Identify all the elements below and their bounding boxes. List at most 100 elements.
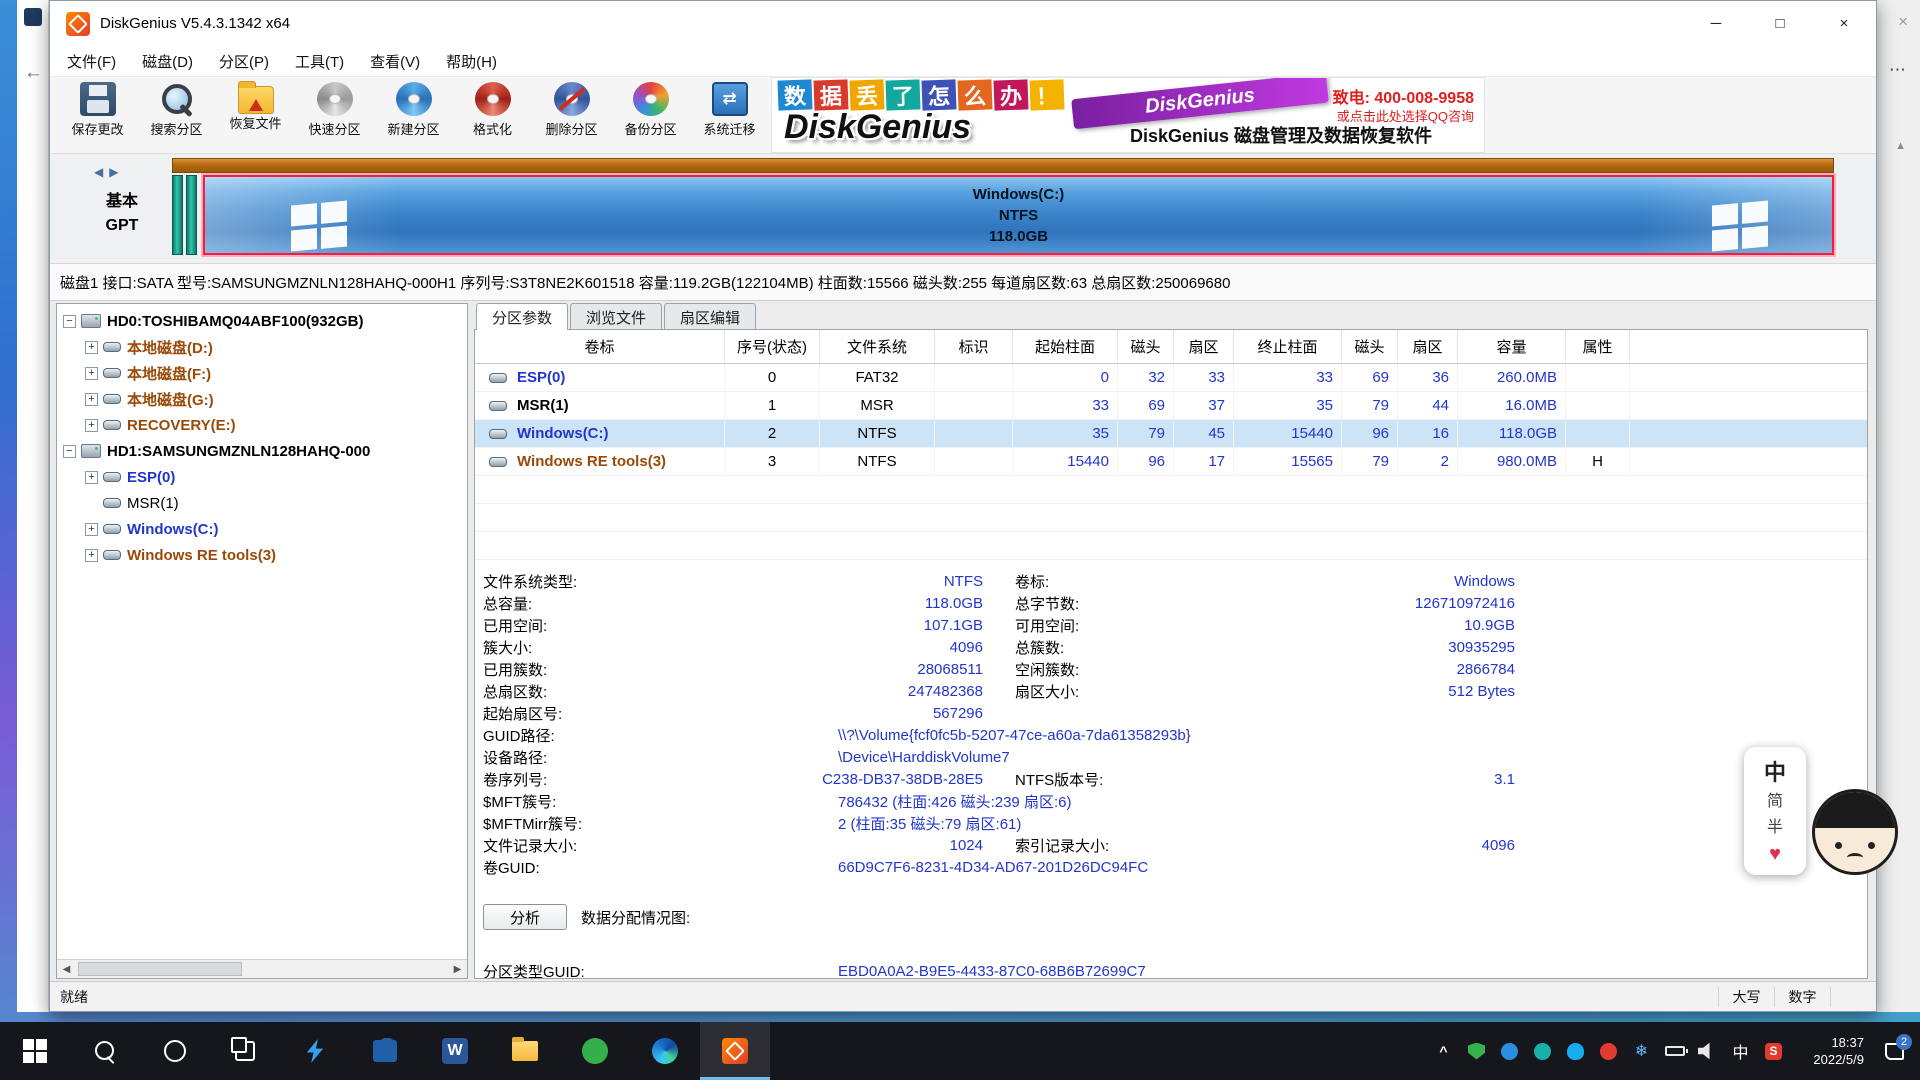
toolbar-system-migration[interactable]: 系统迁移	[690, 77, 769, 153]
taskbar-diskgenius-button[interactable]	[700, 1022, 770, 1080]
minimize-button[interactable]: ─	[1684, 1, 1748, 46]
msr-partition-block[interactable]	[186, 175, 197, 255]
expand-icon[interactable]: +	[85, 341, 98, 354]
close-button[interactable]: ×	[1812, 1, 1876, 46]
tree-item[interactable]: +本地磁盘(F:)	[57, 360, 467, 386]
scroll-left-icon[interactable]: ◀	[57, 960, 76, 978]
toolbar-label: 格式化	[453, 119, 532, 138]
menu-help[interactable]: 帮助(H)	[433, 46, 510, 77]
tray-chevron[interactable]: ^	[1427, 1022, 1460, 1080]
column-header[interactable]: 文件系统	[820, 330, 935, 363]
taskbar-word-button[interactable]: W	[420, 1022, 490, 1080]
expand-icon[interactable]: +	[85, 471, 98, 484]
menu-tools[interactable]: 工具(T)	[282, 46, 357, 77]
column-header[interactable]: 终止柱面	[1234, 330, 1342, 363]
scroll-right-icon[interactable]: ▶	[448, 960, 467, 978]
expand-icon[interactable]: +	[85, 393, 98, 406]
heart-icon[interactable]: ♥	[1744, 841, 1806, 867]
column-header[interactable]: 磁头	[1118, 330, 1174, 363]
column-header[interactable]: 序号(状态)	[725, 330, 820, 363]
toolbar-save-changes[interactable]: 保存更改	[58, 77, 137, 153]
tree-item[interactable]: +RECOVERY(E:)	[57, 412, 467, 438]
taskbar-feishu-button[interactable]	[280, 1022, 350, 1080]
tree-item[interactable]: −HD1:SAMSUNGMZNLN128HAHQ-000	[57, 438, 467, 464]
toolbar-backup-partition[interactable]: 备份分区	[611, 77, 690, 153]
taskbar-edge-button[interactable]	[630, 1022, 700, 1080]
tray-volume[interactable]	[1691, 1022, 1724, 1080]
tree-horizontal-scrollbar[interactable]: ◀ ▶	[57, 959, 467, 978]
menu-file[interactable]: 文件(F)	[54, 46, 129, 77]
notification-center-button[interactable]: 2	[1870, 1043, 1918, 1060]
expand-icon[interactable]: +	[85, 549, 98, 562]
column-header[interactable]: 卷标	[475, 330, 725, 363]
tray-sogou[interactable]: S	[1757, 1022, 1790, 1080]
toolbar-delete-partition[interactable]: 删除分区	[532, 77, 611, 153]
disk-prev-icon[interactable]: ◀	[94, 165, 109, 179]
scrollbar-track[interactable]	[76, 960, 448, 978]
collapse-icon[interactable]: −	[63, 445, 76, 458]
menu-disk[interactable]: 磁盘(D)	[129, 46, 206, 77]
taskbar-green-app-button[interactable]	[560, 1022, 630, 1080]
taskbar-task-view-button[interactable]	[210, 1022, 280, 1080]
menu-partition[interactable]: 分区(P)	[206, 46, 282, 77]
column-header[interactable]: 属性	[1566, 330, 1630, 363]
tree-item[interactable]: +Windows(C:)	[57, 516, 467, 542]
collapse-icon[interactable]: −	[63, 315, 76, 328]
tray-ime[interactable]: 中	[1724, 1022, 1757, 1080]
column-header[interactable]: 标识	[935, 330, 1013, 363]
tree-item[interactable]: −HD0:TOSHIBAMQ04ABF100(932GB)	[57, 308, 467, 334]
taskbar-search-button[interactable]	[70, 1022, 140, 1080]
toolbar-format[interactable]: 格式化	[453, 77, 532, 153]
windows-partition-block[interactable]: Windows(C:) NTFS 118.0GB	[203, 175, 1834, 255]
ad-banner[interactable]: 数据丢了怎么办！ DiskGenius DiskGenius 致电: 400-0…	[771, 77, 1485, 153]
menu-view[interactable]: 查看(V)	[357, 46, 433, 77]
tree-item[interactable]: +ESP(0)	[57, 464, 467, 490]
taskbar-file-explorer-button[interactable]	[490, 1022, 560, 1080]
column-header[interactable]: 扇区	[1174, 330, 1234, 363]
table-row[interactable]: Windows(C:)2NTFS357945154409616118.0GB	[475, 420, 1867, 448]
table-row[interactable]: MSR(1)1MSR33693735794416.0MB	[475, 392, 1867, 420]
expand-icon[interactable]: +	[85, 367, 98, 380]
tray-snowflake[interactable]: ❄	[1625, 1022, 1658, 1080]
ime-floating-widget[interactable]: 中 简 半 ♥	[1744, 747, 1898, 875]
analyze-button[interactable]: 分析	[483, 904, 567, 930]
tab-浏览文件[interactable]: 浏览文件	[570, 303, 662, 330]
tree-item[interactable]: −MSR(1)	[57, 490, 467, 516]
back-arrow-icon[interactable]: ←	[24, 62, 43, 84]
column-header[interactable]: 容量	[1458, 330, 1566, 363]
tree-item[interactable]: +本地磁盘(D:)	[57, 334, 467, 360]
expand-icon[interactable]: +	[85, 419, 98, 432]
table-row[interactable]: ESP(0)0FAT3203233336936260.0MB	[475, 364, 1867, 392]
expand-icon[interactable]: +	[85, 523, 98, 536]
taskbar-cortana-button[interactable]	[140, 1022, 210, 1080]
scrollbar-thumb[interactable]	[78, 962, 242, 976]
column-header[interactable]: 扇区	[1398, 330, 1458, 363]
taskbar-clock[interactable]: 18:37 2022/5/9	[1790, 1034, 1870, 1068]
ime-half-width-indicator[interactable]: 半	[1744, 815, 1806, 841]
tray-circle-teal[interactable]	[1526, 1022, 1559, 1080]
toolbar-new-partition[interactable]: 新建分区	[374, 77, 453, 153]
tray-circle-blue[interactable]	[1493, 1022, 1526, 1080]
column-header[interactable]: 起始柱面	[1013, 330, 1118, 363]
tray-shield[interactable]	[1460, 1022, 1493, 1080]
disk-next-icon[interactable]: ▶	[109, 165, 124, 179]
tree-item[interactable]: +本地磁盘(G:)	[57, 386, 467, 412]
start-button[interactable]	[0, 1022, 70, 1080]
toolbar-quick-partition[interactable]: 快速分区	[295, 77, 374, 153]
tray-qq[interactable]	[1559, 1022, 1592, 1080]
toolbar-recover-files[interactable]: 恢复文件	[216, 77, 295, 153]
tray-circle-red[interactable]	[1592, 1022, 1625, 1080]
toolbar-search-partition[interactable]: 搜索分区	[137, 77, 216, 153]
tree-item[interactable]: +Windows RE tools(3)	[57, 542, 467, 568]
column-header[interactable]: 磁头	[1342, 330, 1398, 363]
esp-partition-block[interactable]	[172, 175, 183, 255]
maximize-button[interactable]: □	[1748, 1, 1812, 46]
table-row[interactable]: Windows RE tools(3)3NTFS1544096171556579…	[475, 448, 1867, 476]
tab-分区参数[interactable]: 分区参数	[476, 303, 568, 330]
tray-battery[interactable]	[1658, 1022, 1691, 1080]
ime-simplified-indicator[interactable]: 简	[1744, 789, 1806, 815]
tab-扇区编辑[interactable]: 扇区编辑	[664, 303, 756, 330]
ime-mode-indicator[interactable]: 中	[1744, 757, 1806, 789]
table-cell: 69	[1342, 364, 1398, 391]
taskbar-store-button[interactable]	[350, 1022, 420, 1080]
